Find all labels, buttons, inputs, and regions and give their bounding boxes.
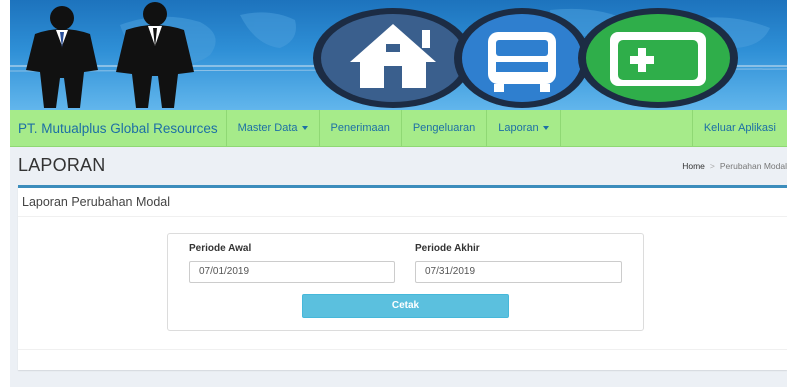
nav-pengeluaran[interactable]: Pengeluaran [402, 110, 488, 146]
header-banner [10, 0, 787, 110]
content-wrapper: LAPORAN Home > Perubahan Modal Laporan Per… [10, 147, 787, 387]
nav-laporan-label: Laporan [498, 122, 539, 134]
breadcrumb-separator: > [709, 161, 715, 171]
periode-awal-input[interactable]: 07/01/2019 [189, 261, 395, 283]
breadcrumb: Home > Perubahan Modal [682, 161, 787, 171]
nav-penerimaan-label: Penerimaan [330, 122, 390, 134]
nav-master-data-label: Master Data [237, 122, 298, 134]
page-title: LAPORAN [18, 155, 106, 175]
businessman-silhouette-right [116, 2, 194, 108]
periode-awal-label: Periode Awal [189, 243, 252, 254]
nav-penerimaan[interactable]: Penerimaan [320, 110, 402, 146]
periode-akhir-label: Periode Akhir [415, 243, 480, 254]
top-navbar: PT. Mutualplus Global Resources Master D… [10, 110, 787, 147]
house-icon [313, 8, 473, 108]
wallet-icon [578, 8, 738, 108]
period-form-panel: Periode Awal 07/01/2019 Periode Akhir 07… [167, 233, 644, 331]
nav-pengeluaran-label: Pengeluaran [412, 122, 476, 134]
banner-graphic [10, 2, 787, 108]
box-footer-divider [18, 349, 787, 350]
nav-laporan[interactable]: Laporan [487, 110, 561, 146]
cetak-button[interactable]: Cetak [302, 294, 509, 318]
caret-down-icon [542, 126, 549, 130]
caret-down-icon [301, 126, 308, 130]
nav-master-data[interactable]: Master Data [227, 110, 320, 146]
brand-link[interactable]: PT. Mutualplus Global Resources [10, 110, 227, 146]
breadcrumb-current: Perubahan Modal [719, 161, 787, 171]
box-title: Laporan Perubahan Modal [22, 195, 171, 209]
businessman-silhouette-left [26, 6, 98, 108]
nav-keluar-aplikasi[interactable]: Keluar Aplikasi [691, 110, 787, 146]
report-box: Laporan Perubahan Modal Periode Awal 07/… [18, 185, 787, 370]
box-divider [18, 216, 787, 217]
breadcrumb-home[interactable]: Home [682, 161, 705, 171]
bus-icon [454, 8, 590, 108]
periode-akhir-input[interactable]: 07/31/2019 [415, 261, 622, 283]
